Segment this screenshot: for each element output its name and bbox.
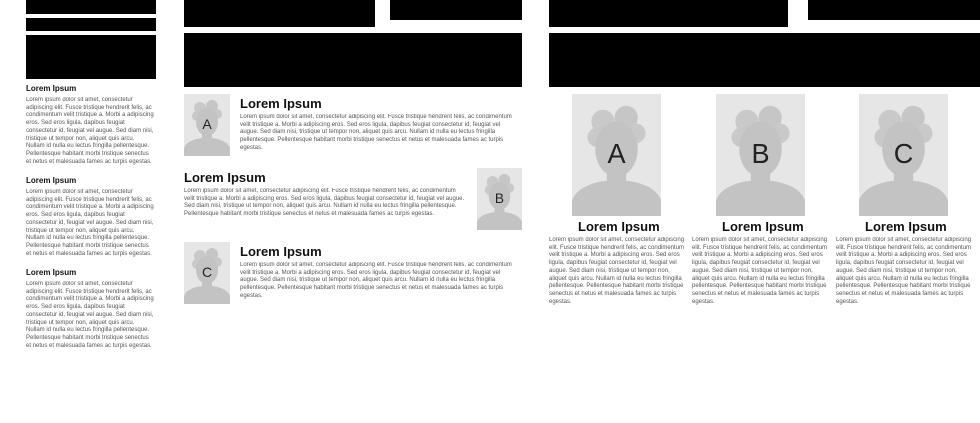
svg-text:C: C	[894, 138, 914, 169]
left-top-bar-1	[26, 0, 156, 14]
card-c-silhouette-icon: C	[859, 94, 948, 216]
mid-top-bar-1	[184, 0, 375, 27]
item-a-body: Lorem ipsum dolor sit amet, consectetur …	[240, 114, 512, 151]
left-body-2: Lorem ipsum dolor sit amet, consectetur …	[26, 189, 154, 257]
left-top-bar-2	[26, 18, 156, 31]
right-top-bar-1	[549, 0, 788, 27]
mid-top-bar-2	[390, 0, 522, 20]
left-heading-3: Lorem Ipsum	[26, 268, 77, 277]
avatar-a-silhouette-icon: A	[184, 94, 230, 156]
avatar-b-silhouette-icon: B	[477, 168, 522, 230]
card-a-body: Lorem ipsum dolor sit amet, consectetur …	[549, 237, 685, 305]
svg-text:B: B	[751, 138, 769, 169]
card-a-avatar: A	[572, 94, 661, 216]
avatar-c-silhouette-icon: C	[184, 242, 230, 304]
card-c-avatar: C	[859, 94, 948, 216]
svg-text:A: A	[202, 116, 212, 132]
card-b-avatar: B	[716, 94, 805, 216]
item-b-body: Lorem ipsum dolor sit amet, consectetur …	[184, 188, 465, 218]
card-c-body: Lorem ipsum dolor sit amet, consectetur …	[836, 237, 972, 305]
left-heading-2: Lorem Ipsum	[26, 176, 77, 185]
avatar-b-thumbnail: B	[477, 168, 522, 230]
avatar-a-thumbnail: A	[184, 94, 230, 156]
card-c-heading: Lorem Ipsum	[865, 219, 947, 234]
card-a-silhouette-icon: A	[572, 94, 661, 216]
svg-text:B: B	[495, 190, 504, 206]
svg-text:C: C	[202, 264, 212, 280]
svg-text:A: A	[607, 138, 626, 169]
item-a-heading: Lorem Ipsum	[240, 96, 322, 111]
right-banner-block	[549, 33, 980, 87]
card-b-heading: Lorem Ipsum	[722, 219, 804, 234]
right-top-bar-2	[808, 0, 980, 20]
left-heading-1: Lorem Ipsum	[26, 84, 77, 93]
left-banner-block	[26, 35, 156, 79]
left-body-1: Lorem ipsum dolor sit amet, consectetur …	[26, 97, 154, 165]
card-b-silhouette-icon: B	[716, 94, 805, 216]
item-b-heading: Lorem Ipsum	[184, 170, 266, 185]
item-c-body: Lorem ipsum dolor sit amet, consectetur …	[240, 262, 512, 299]
card-b-body: Lorem ipsum dolor sit amet, consectetur …	[692, 237, 828, 305]
left-body-3: Lorem ipsum dolor sit amet, consectetur …	[26, 281, 154, 349]
mid-banner-block	[184, 33, 522, 87]
item-c-heading: Lorem Ipsum	[240, 244, 322, 259]
card-a-heading: Lorem Ipsum	[578, 219, 660, 234]
avatar-c-thumbnail: C	[184, 242, 230, 304]
